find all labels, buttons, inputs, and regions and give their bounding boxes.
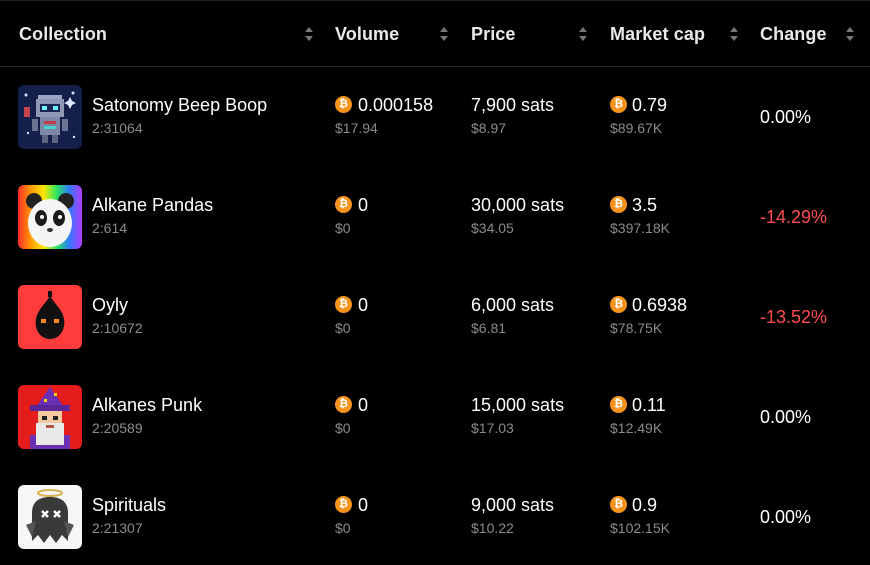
bitcoin-icon: ₿ [610, 196, 627, 213]
oil-drop-avatar-icon [18, 285, 82, 349]
price-usd: $34.05 [471, 220, 514, 236]
change-value: -14.29% [760, 207, 828, 227]
bitcoin-icon: ₿ [335, 496, 352, 513]
table-row[interactable]: Oyly 2:10672 ₿ 0 $0 6,000 sats $6.81 ₿ 0… [0, 267, 870, 367]
volume-btc: 0 [358, 495, 369, 515]
sort-icon[interactable] [440, 27, 448, 41]
price-sats: 30,000 sats [471, 195, 565, 215]
bitcoin-icon: ₿ [610, 96, 627, 113]
bitcoin-icon: ₿ [335, 296, 352, 313]
collection-name[interactable]: Satonomy Beep Boop [92, 95, 267, 116]
bitcoin-icon: ₿ [335, 96, 352, 113]
table-row[interactable]: Alkane Pandas 2:614 ₿ 0 $0 30,000 sats $… [0, 167, 870, 267]
table-row[interactable]: Alkanes Punk 2:20589 ₿ 0 $0 15,000 sats … [0, 367, 870, 467]
column-header-volume[interactable]: Volume [335, 1, 399, 68]
collection-id: 2:31064 [92, 120, 143, 136]
price-usd: $17.03 [471, 420, 514, 436]
change-value: 0.00% [760, 407, 812, 427]
bitcoin-icon: ₿ [335, 396, 352, 413]
collection-id: 2:10672 [92, 320, 143, 336]
sort-icon[interactable] [846, 27, 854, 41]
change-value: 0.00% [760, 107, 812, 127]
column-header-change[interactable]: Change [760, 1, 827, 68]
collection-name[interactable]: Alkanes Punk [92, 395, 202, 416]
volume-usd: $0 [335, 520, 351, 536]
market-cap-usd: $102.15K [610, 520, 670, 536]
change-value: 0.00% [760, 507, 812, 527]
column-header-price[interactable]: Price [471, 1, 516, 68]
collection-id: 2:614 [92, 220, 128, 236]
table-row[interactable]: Satonomy Beep Boop 2:31064 ₿ 0.000158 $1… [0, 67, 870, 167]
market-cap-btc: 0.11 [632, 395, 666, 415]
collection-id: 2:20589 [92, 420, 143, 436]
volume-usd: $0 [335, 420, 351, 436]
market-cap-usd: $397.18K [610, 220, 670, 236]
sort-icon[interactable] [579, 27, 587, 41]
collection-id: 2:21307 [92, 520, 143, 536]
market-cap-btc: 3.5 [632, 195, 658, 215]
volume-usd: $0 [335, 320, 351, 336]
price-sats: 9,000 sats [471, 495, 555, 515]
market-cap-usd: $12.49K [610, 420, 663, 436]
price-usd: $6.81 [471, 320, 507, 336]
column-header-collection[interactable]: Collection [19, 1, 107, 68]
bitcoin-icon: ₿ [610, 396, 627, 413]
table-header: Collection Volume Price Market cap Chang… [0, 0, 870, 67]
volume-usd: $17.94 [335, 120, 378, 136]
market-cap-usd: $78.75K [610, 320, 663, 336]
market-cap-usd: $89.67K [610, 120, 663, 136]
sort-icon[interactable] [305, 27, 313, 41]
table-row[interactable]: Spirituals 2:21307 ₿ 0 $0 9,000 sats $10… [0, 467, 870, 565]
bitcoin-icon: ₿ [335, 196, 352, 213]
price-sats: 7,900 sats [471, 95, 555, 115]
price-sats: 15,000 sats [471, 395, 565, 415]
panda-avatar-icon [18, 185, 82, 249]
robot-avatar-icon [18, 85, 82, 149]
volume-btc: 0 [358, 195, 369, 215]
collection-name[interactable]: Oyly [92, 295, 128, 316]
market-cap-btc: 0.79 [632, 95, 668, 115]
ghost-avatar-icon [18, 485, 82, 549]
volume-usd: $0 [335, 220, 351, 236]
market-cap-btc: 0.9 [632, 495, 658, 515]
bitcoin-icon: ₿ [610, 296, 627, 313]
price-usd: $10.22 [471, 520, 514, 536]
bitcoin-icon: ₿ [610, 496, 627, 513]
volume-btc: 0 [358, 395, 369, 415]
collection-name[interactable]: Spirituals [92, 495, 166, 516]
market-cap-btc: 0.6938 [632, 295, 688, 315]
wizard-punk-avatar-icon [18, 385, 82, 449]
volume-btc: 0 [358, 295, 369, 315]
price-usd: $8.97 [471, 120, 507, 136]
collection-name[interactable]: Alkane Pandas [92, 195, 213, 216]
volume-btc: 0.000158 [358, 95, 434, 115]
column-header-market-cap[interactable]: Market cap [610, 1, 705, 68]
collections-table: Collection Volume Price Market cap Chang… [0, 0, 870, 565]
change-value: -13.52% [760, 307, 828, 327]
sort-icon[interactable] [730, 27, 738, 41]
price-sats: 6,000 sats [471, 295, 555, 315]
